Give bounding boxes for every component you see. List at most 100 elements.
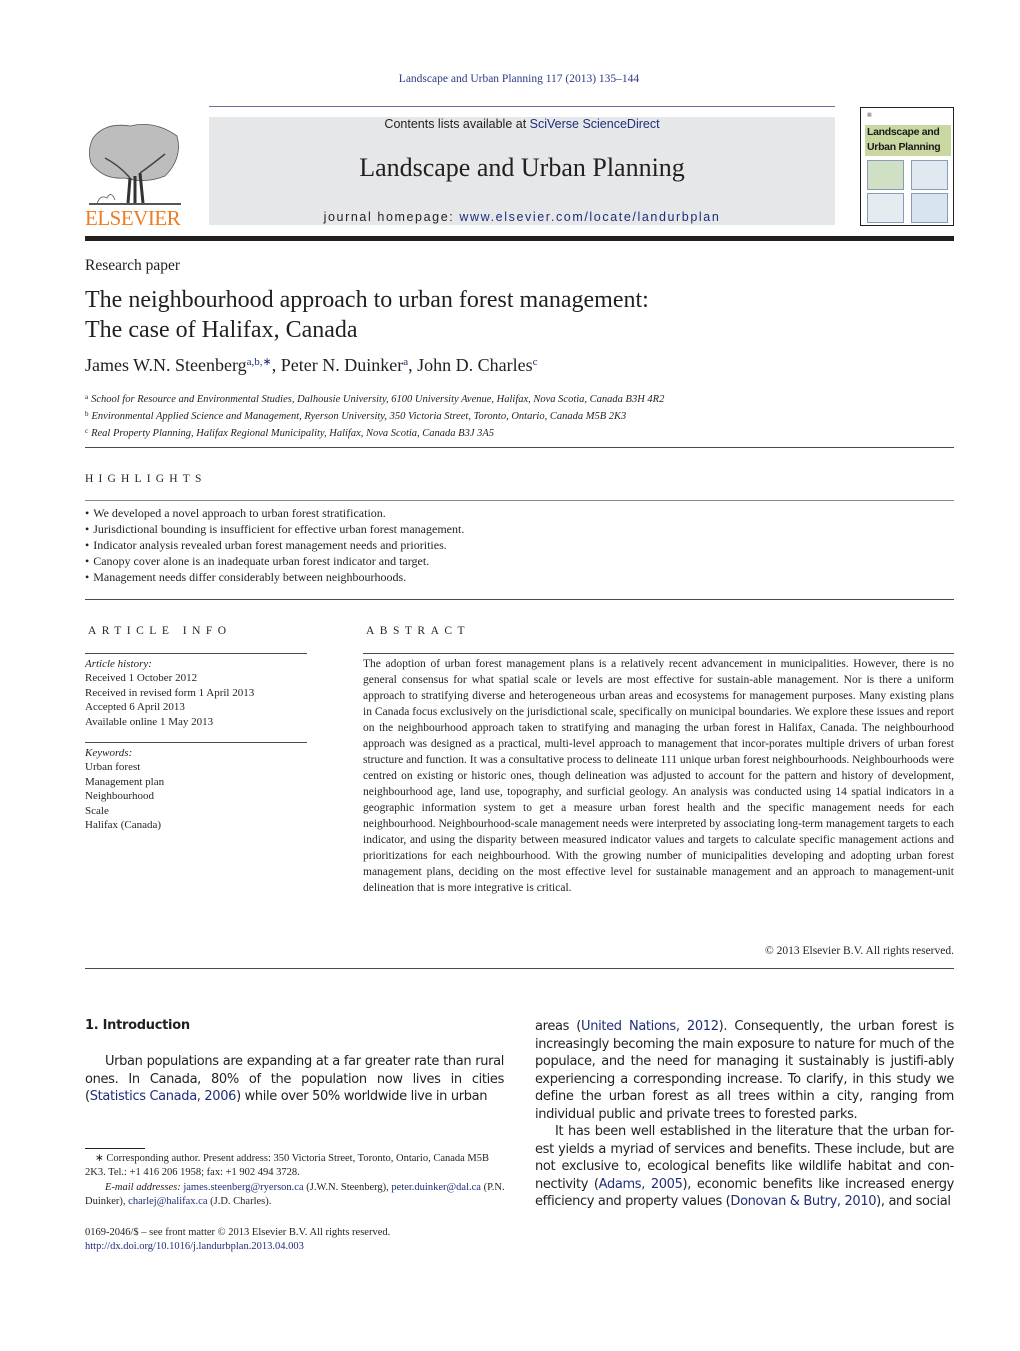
keyword: Urban forest: [85, 761, 141, 774]
highlights-heading: HIGHLIGHTS: [85, 473, 207, 485]
cover-image-4: [911, 193, 948, 223]
cover-publisher-mark: ▦: [867, 112, 872, 118]
journal-cover-thumbnail[interactable]: ▦ Landscape and Urban Planning: [860, 107, 954, 226]
footnote-rule: [85, 1148, 145, 1149]
highlight-item: We developed a novel approach to urban f…: [85, 505, 464, 521]
citation-link[interactable]: Statistics Canada, 2006: [90, 1089, 237, 1104]
author-name[interactable]: Peter N. Duinker: [281, 355, 403, 375]
contents-prefix: Contents lists available at: [384, 117, 530, 131]
contents-line: Contents lists available at SciVerse Sci…: [209, 117, 835, 131]
author-affiliation-marks[interactable]: c: [533, 356, 538, 368]
journal-banner: Contents lists available at SciVerse Sci…: [209, 117, 835, 225]
affiliation: a School for Resource and Environmental S…: [85, 390, 664, 407]
header-thick-rule: [85, 236, 954, 241]
email-label: E-mail addresses:: [105, 1181, 181, 1193]
section-divider: [85, 742, 307, 743]
history-entry: Accepted 6 April 2013: [85, 701, 185, 714]
email-link[interactable]: james.steenberg@ryerson.ca: [183, 1182, 303, 1193]
highlight-item: Canopy cover alone is an inadequate urba…: [85, 553, 464, 569]
intro-paragraph: areas (United Nations, 2012). Consequent…: [535, 1018, 954, 1123]
sciencedirect-link[interactable]: SciVerse ScienceDirect: [530, 117, 660, 131]
cover-title-line-1: Landscape and: [867, 126, 940, 138]
header-rule: [209, 106, 835, 107]
affiliation: b Environmental Applied Science and Manag…: [85, 407, 664, 424]
author-name[interactable]: James W.N. Steenberg: [85, 355, 247, 375]
keyword: Halifax (Canada): [85, 819, 162, 832]
paragraph-text: ), and social: [876, 1194, 951, 1209]
citation-link[interactable]: Donovan & Butry, 2010: [730, 1194, 876, 1209]
paragraph-text: ). Consequently, the urban forest is inc…: [535, 1019, 954, 1122]
corresponding-author-note: ∗ Corresponding author. Present address:…: [85, 1153, 490, 1179]
abstract-heading: ABSTRACT: [366, 625, 471, 637]
corresponding-author-footnote: ∗ Corresponding author. Present address:…: [85, 1152, 505, 1210]
affiliation-text: School for Resource and Environmental St…: [91, 394, 665, 405]
intro-paragraph: It has been well established in the lite…: [535, 1123, 954, 1211]
affiliation-key: a: [85, 393, 89, 401]
elsevier-wordmark: ELSEVIER: [85, 206, 181, 230]
section-divider: [363, 653, 954, 654]
article-type: Research paper: [85, 257, 181, 274]
journal-homepage-link[interactable]: www.elsevier.com/locate/landurbplan: [459, 210, 720, 224]
doi-link[interactable]: http://dx.doi.org/10.1016/j.landurbplan.…: [85, 1241, 304, 1252]
affiliation-key: b: [85, 410, 89, 418]
front-matter-note: 0169-2046/$ – see front matter © 2013 El…: [85, 1227, 391, 1238]
keyword: Management plan: [85, 775, 165, 788]
cover-title: Landscape and Urban Planning: [867, 125, 941, 155]
affiliation-text: Real Property Planning, Halifax Regional…: [91, 428, 495, 439]
keyword: Scale: [85, 804, 109, 817]
cover-image-3: [867, 193, 904, 223]
intro-right-column: areas (United Nations, 2012). Consequent…: [535, 1018, 954, 1211]
article-title-line-1: The neighbourhood approach to urban fore…: [85, 287, 649, 313]
intro-paragraph: Urban populations are expanding at a far…: [85, 1053, 504, 1106]
keywords-label: Keywords:: [85, 747, 133, 759]
history-entry: Available online 1 May 2013: [85, 715, 214, 728]
author-list: James W.N. Steenberga,b,∗, Peter N. Duin…: [85, 355, 538, 376]
highlights-list: We developed a novel approach to urban f…: [85, 505, 464, 585]
section-heading-introduction: 1. Introduction: [85, 1018, 190, 1033]
article-title: The neighbourhood approach to urban fore…: [85, 285, 945, 345]
author-name[interactable]: John D. Charles: [417, 355, 533, 375]
email-owner: (J.W.N. Steenberg),: [303, 1181, 389, 1193]
author-separator: ,: [408, 355, 418, 375]
history-entry: Received in revised form 1 April 2013: [85, 686, 255, 699]
section-divider: [85, 500, 954, 501]
keyword: Neighbourhood: [85, 790, 155, 803]
affiliation-text: Environmental Applied Science and Manage…: [91, 411, 627, 422]
section-divider: [85, 653, 307, 654]
paragraph-text: ) while over 50% worldwide live in urban: [236, 1089, 488, 1104]
history-entry: Received 1 October 2012: [85, 672, 198, 685]
homepage-prefix: journal homepage:: [323, 210, 460, 224]
section-divider: [85, 968, 954, 969]
article-info-heading: ARTICLE INFO: [88, 625, 232, 637]
article-history: Article history: Received 1 October 2012…: [85, 657, 254, 729]
homepage-line: journal homepage: www.elsevier.com/locat…: [209, 210, 835, 224]
keywords: Keywords: Urban forest Management plan N…: [85, 746, 164, 832]
email-link[interactable]: peter.duinker@dal.ca: [391, 1182, 481, 1193]
highlight-item: Indicator analysis revealed urban forest…: [85, 537, 464, 553]
citation-link[interactable]: United Nations, 2012: [581, 1019, 719, 1034]
abstract-copyright: © 2013 Elsevier B.V. All rights reserved…: [765, 945, 954, 957]
highlight-item: Management needs differ considerably bet…: [85, 569, 464, 585]
highlight-item: Jurisdictional bounding is insufficient …: [85, 521, 464, 537]
section-divider: [85, 599, 954, 600]
email-addresses: E-mail addresses: james.steenberg@ryerso…: [85, 1181, 505, 1210]
article-title-line-2: The case of Halifax, Canada: [85, 317, 358, 343]
email-owner: (J.D. Charles).: [207, 1196, 272, 1208]
citation-link[interactable]: Adams, 2005: [599, 1177, 683, 1192]
abstract-body: The adoption of urban forest management …: [363, 658, 954, 894]
journal-name: Landscape and Urban Planning: [359, 153, 685, 182]
affiliation: c Real Property Planning, Halifax Regiona…: [85, 424, 664, 441]
front-matter: 0169-2046/$ – see front matter © 2013 El…: [85, 1226, 390, 1255]
cover-title-line-2: Urban Planning: [867, 141, 941, 153]
article-history-label: Article history:: [85, 658, 152, 670]
cover-image-2: [911, 160, 948, 190]
author-separator: ,: [271, 355, 281, 375]
author-affiliation-marks[interactable]: a,b,∗: [247, 356, 272, 368]
affiliation-key: c: [85, 427, 89, 435]
section-divider: [85, 447, 954, 448]
paragraph-text: areas (: [535, 1019, 582, 1034]
journal-reference-link[interactable]: Landscape and Urban Planning 117 (2013) …: [0, 73, 1020, 85]
email-link[interactable]: charlej@halifax.ca: [128, 1196, 207, 1207]
cover-image-1: [867, 160, 904, 190]
affiliations: a School for Resource and Environmental S…: [85, 390, 664, 441]
